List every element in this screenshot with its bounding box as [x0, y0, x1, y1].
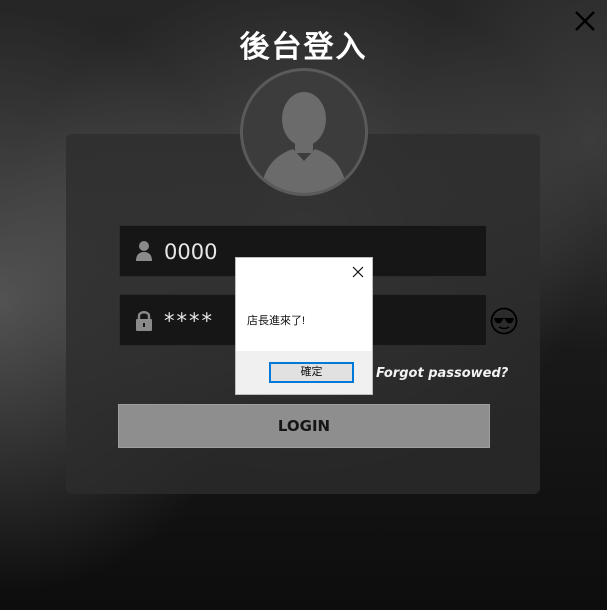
login-button[interactable]: LOGIN — [118, 404, 490, 448]
alert-dialog: 店長進來了! 確定 — [235, 257, 373, 395]
avatar-icon — [240, 68, 368, 196]
close-icon[interactable] — [351, 265, 365, 279]
forgot-password-link[interactable]: Forgot passowed? — [376, 366, 508, 381]
dialog-footer: 確定 — [236, 351, 372, 394]
page-title: 後台登入 — [239, 30, 368, 65]
user-icon — [134, 240, 154, 262]
ok-button[interactable]: 確定 — [269, 362, 354, 383]
dialog-message: 店長進來了! — [247, 315, 306, 327]
sunglasses-emoji-icon[interactable] — [489, 306, 519, 336]
lock-icon — [134, 309, 154, 331]
